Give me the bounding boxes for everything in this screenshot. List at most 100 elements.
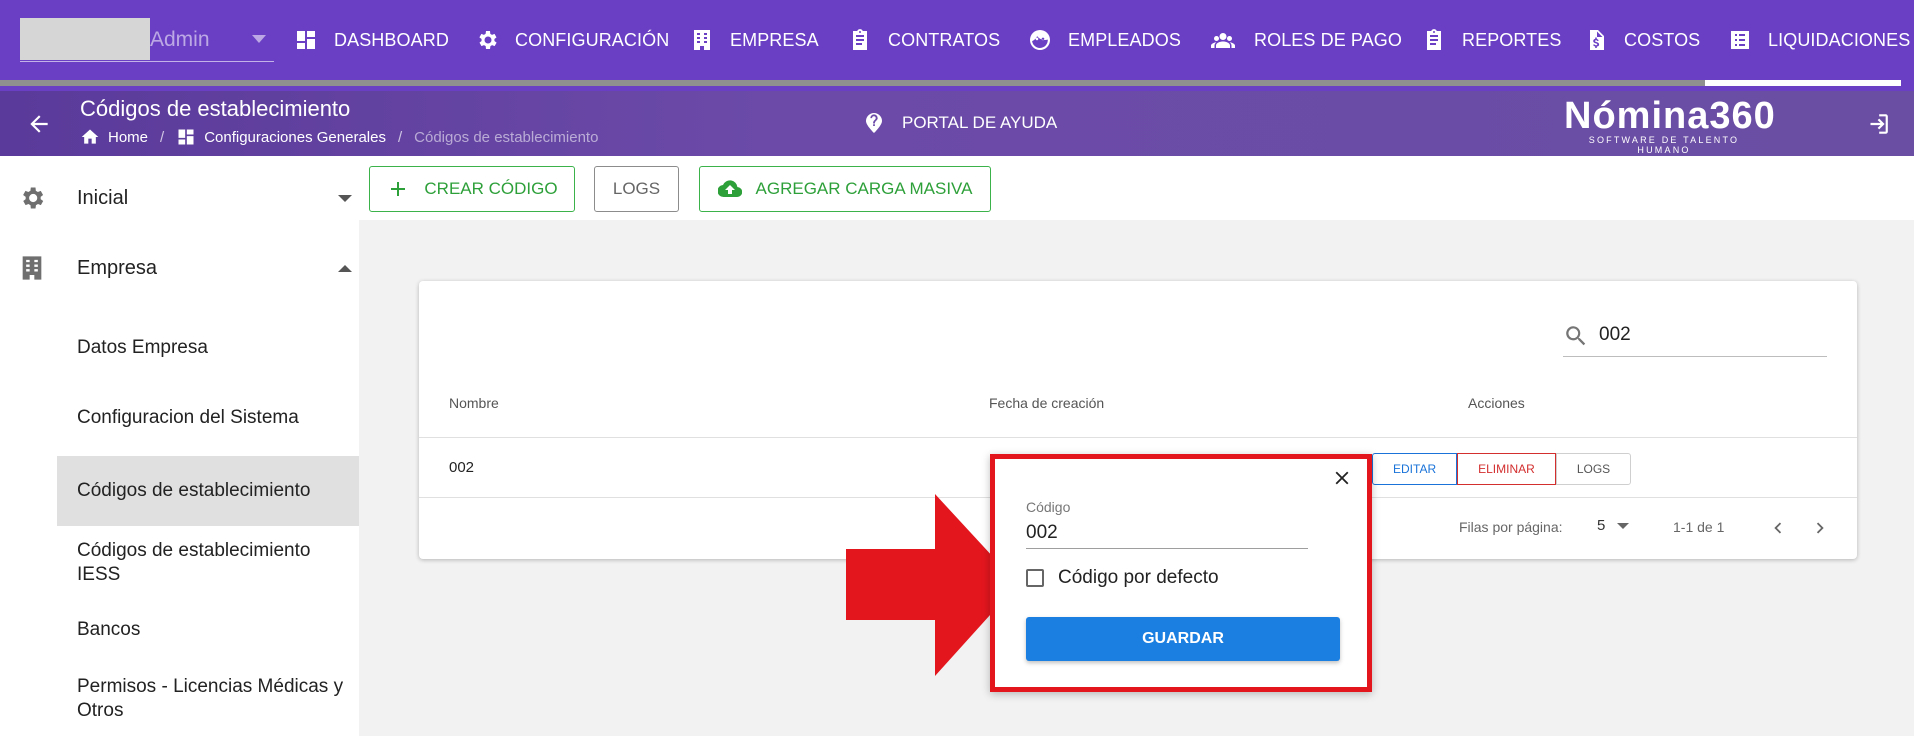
gear-icon (18, 184, 46, 212)
user-avatar-redacted (20, 18, 150, 60)
sidebar-item-datos-empresa[interactable]: Datos Empresa (57, 320, 359, 376)
create-code-button[interactable]: CREAR CÓDIGO (369, 166, 575, 212)
nav-configuracion[interactable]: CONFIGURACIÓN (475, 28, 669, 52)
nav-empleados-label: EMPLEADOS (1068, 29, 1181, 50)
search-input[interactable] (1599, 319, 1819, 351)
bulk-upload-button[interactable]: AGREGAR CARGA MASIVA (699, 166, 991, 212)
close-button[interactable] (1331, 467, 1353, 489)
nav-divider (0, 80, 1901, 86)
dashboard-icon (178, 129, 194, 145)
edit-button[interactable]: EDITAR (1372, 453, 1458, 485)
brand-name: Nómina360 (1564, 95, 1776, 137)
page-header: Códigos de establecimiento Home / Config… (0, 91, 1914, 156)
logs-label: LOGS (612, 179, 661, 198)
rows-per-page-value: 5 (1597, 517, 1606, 534)
nav-empresa[interactable]: EMPRESA (690, 28, 819, 52)
help-portal-label: PORTAL DE AYUDA (902, 113, 1058, 132)
sidebar-item-bancos[interactable]: Bancos (57, 602, 359, 658)
checkbox-box[interactable] (1026, 569, 1044, 587)
sidebar-item-label: Configuracion del Sistema (77, 407, 299, 428)
nav-reportes[interactable]: REPORTES (1422, 28, 1562, 52)
sidebar-group-inicial[interactable]: Inicial (0, 170, 359, 226)
breadcrumb-home-label: Home (108, 128, 149, 146)
column-header-acciones: Acciones (1468, 395, 1525, 411)
sidebar: Inicial Empresa Datos Empresa Configurac… (0, 156, 359, 736)
column-header-nombre[interactable]: Nombre (449, 395, 499, 411)
dashboard-icon (297, 31, 315, 49)
face-icon (1030, 30, 1050, 50)
breadcrumb-separator: / (160, 128, 165, 146)
create-code-label: CREAR CÓDIGO (424, 179, 558, 198)
logs-button[interactable]: LOGS (594, 166, 679, 212)
breadcrumb: Home / Configuraciones Generales / Códig… (80, 127, 598, 147)
sidebar-item-configuracion-sistema[interactable]: Configuracion del Sistema (57, 390, 359, 446)
chevron-right-icon (1816, 522, 1824, 534)
user-selector[interactable]: Admin (20, 18, 274, 62)
nav-roles-de-pago[interactable]: ROLES DE PAGO (1208, 28, 1402, 52)
breadcrumb-current: Códigos de establecimiento (414, 128, 599, 146)
sidebar-item-codigos-iess[interactable]: Códigos de establecimiento IESS (57, 528, 359, 598)
back-button[interactable] (26, 111, 52, 137)
rows-per-page-select[interactable]: 5 (1597, 517, 1630, 534)
sidebar-group-empresa[interactable]: Empresa (0, 240, 359, 296)
nav-active-indicator (1705, 80, 1901, 86)
cloud-upload-icon (717, 180, 742, 198)
delete-button[interactable]: ELIMINAR (1457, 453, 1556, 485)
logout-button[interactable] (1864, 111, 1890, 137)
chevron-down-icon (338, 194, 352, 202)
sidebar-item-label: Datos Empresa (77, 337, 208, 358)
arrow-left-icon (30, 115, 48, 133)
clipboard-icon (1427, 29, 1441, 50)
save-button[interactable]: GUARDAR (1026, 617, 1340, 661)
people-icon (1211, 33, 1235, 48)
edit-code-popover: Código Código por defecto GUARDAR (990, 454, 1372, 692)
bulk-upload-label: AGREGAR CARGA MASIVA (755, 179, 973, 198)
building-icon (18, 254, 46, 282)
building-icon (694, 30, 710, 50)
nav-liquidaciones[interactable]: LIQUIDACIONES (1728, 28, 1910, 52)
sidebar-item-permisos[interactable]: Permisos - Licencias Médicas y Otros (57, 664, 359, 734)
sidebar-item-codigos-establecimiento[interactable]: Códigos de establecimiento (57, 456, 359, 526)
close-icon (1335, 471, 1349, 485)
default-code-label: Código por defecto (1058, 567, 1219, 588)
code-field-label: Código (1026, 499, 1071, 515)
document-dollar-icon (1590, 30, 1604, 50)
breadcrumb-section-label: Configuraciones Generales (204, 128, 386, 146)
sidebar-group-label: Inicial (77, 186, 129, 209)
row-logs-button[interactable]: LOGS (1555, 453, 1632, 485)
nav-liquidaciones-label: LIQUIDACIONES (1768, 29, 1911, 50)
sidebar-item-label: Códigos de establecimiento IESS (77, 540, 311, 585)
next-page-button[interactable] (1809, 517, 1829, 539)
header-divider (419, 437, 1857, 438)
breadcrumb-section[interactable]: Configuraciones Generales (176, 127, 386, 147)
search-field[interactable] (1563, 313, 1827, 357)
help-portal-link[interactable]: PORTAL DE AYUDA (862, 111, 1057, 135)
brand-tagline: SOFTWARE DE TALENTO HUMANO (1588, 135, 1740, 155)
nav-costos-label: COSTOS (1624, 29, 1701, 50)
column-header-fecha[interactable]: Fecha de creación (989, 395, 1104, 411)
nav-costos[interactable]: COSTOS (1584, 28, 1700, 52)
breadcrumb-home[interactable]: Home (80, 127, 148, 147)
plus-icon (391, 182, 406, 196)
search-icon (1566, 326, 1586, 346)
chevron-down-icon (252, 35, 266, 43)
chevron-down-icon (1617, 522, 1630, 529)
nav-dashboard[interactable]: DASHBOARD (294, 28, 449, 52)
code-field[interactable] (1026, 517, 1308, 549)
table-cell-nombre: 002 (449, 459, 475, 476)
nav-roles-de-pago-label: ROLES DE PAGO (1254, 29, 1403, 50)
pagination-range: 1-1 de 1 (1673, 519, 1725, 535)
nav-empleados[interactable]: EMPLEADOS (1028, 28, 1181, 52)
nav-empresa-label: EMPRESA (730, 29, 819, 50)
sidebar-group-label: Empresa (77, 256, 158, 279)
gear-icon (479, 31, 497, 49)
previous-page-button[interactable] (1767, 517, 1787, 539)
chevron-left-icon (1774, 522, 1782, 534)
default-code-checkbox[interactable]: Código por defecto (1026, 567, 1219, 589)
home-icon (81, 129, 99, 144)
user-name: Admin (150, 28, 210, 51)
top-navigation-bar: Admin DASHBOARD CONFIGURACIÓN EMPRESA CO… (0, 0, 1914, 91)
action-bar: CREAR CÓDIGO LOGS AGREGAR CARGA MASIVA (359, 156, 1914, 220)
nav-contratos[interactable]: CONTRATOS (848, 28, 1000, 52)
nav-dashboard-label: DASHBOARD (334, 29, 449, 50)
